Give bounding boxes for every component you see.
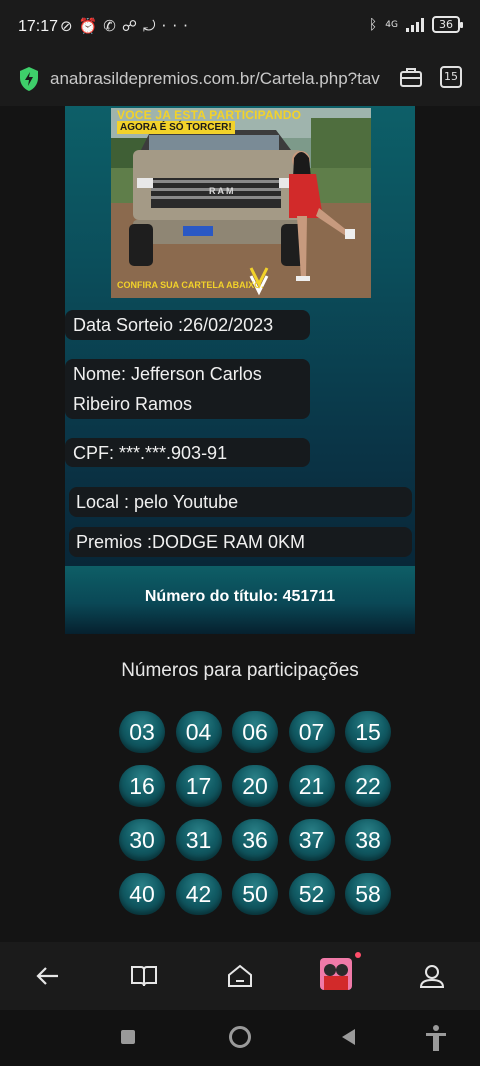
bluetooth-icon: ᛒ — [368, 16, 378, 33]
system-nav-bar — [0, 1010, 480, 1066]
number-ball: 06 — [232, 711, 278, 753]
ticket-number: Número do título: 451711 — [144, 588, 336, 605]
prize-text: Premios :DODGE RAM 0KM — [76, 532, 306, 552]
location-text: Local : pelo Youtube — [76, 492, 239, 512]
home-button[interactable] — [229, 1026, 251, 1048]
status-time: 17:17 — [18, 18, 59, 35]
tab-count-button[interactable]: 15 — [440, 66, 462, 88]
overflow-dots: ··· — [161, 17, 194, 35]
draw-date-text: Data Sorteio :26/02/2023 — [73, 315, 274, 335]
back-button[interactable] — [342, 1029, 355, 1045]
number-ball: 20 — [232, 765, 278, 807]
number-ball: 03 — [119, 711, 165, 753]
address-bar[interactable]: anabrasildepremios.com.br/Cartela.php?ta… — [0, 56, 480, 106]
browser-bottom-nav — [0, 942, 480, 1010]
number-ball: 07 — [288, 711, 335, 753]
number-ball: 37 — [288, 819, 335, 861]
home-icon[interactable] — [226, 962, 254, 990]
cpf-field: CPF: ***.***.903-91 — [65, 438, 310, 467]
number-ball: 17 — [175, 765, 222, 807]
accessibility-icon[interactable] — [424, 1024, 448, 1052]
system-icons: ᛒ 4G 36 — [368, 16, 463, 33]
location-field: Local : pelo Youtube — [69, 487, 412, 517]
prize-field: Premios :DODGE RAM 0KM — [69, 527, 412, 557]
missed-call-icon: ☍ — [121, 17, 144, 35]
shield-icon — [20, 67, 38, 91]
number-ball: 42 — [175, 873, 222, 915]
web-page: VOCE JA ESTA PARTICIPANDO AGORA É SÓ TOR… — [0, 106, 480, 942]
reading-mode-icon[interactable] — [130, 962, 158, 990]
cpf-text: CPF: ***.***.903-91 — [73, 443, 228, 463]
banner-footer: CONFIRA SUA CARTELA ABAIXO. — [117, 280, 264, 290]
numbers-title: Números para participações — [121, 660, 359, 681]
banner-subheadline: AGORA É SÓ TORCER! — [117, 121, 235, 134]
notification-icons: ⊘⏰✆☍⤾··· — [60, 17, 194, 35]
number-ball: 21 — [288, 765, 335, 807]
app-avatar-icon[interactable] — [320, 958, 352, 990]
recents-button[interactable] — [121, 1030, 135, 1044]
truck-photo — [111, 108, 371, 298]
name-field: Nome: Jefferson Carlos Ribeiro Ramos — [65, 359, 310, 419]
url-text[interactable]: anabrasildepremios.com.br/Cartela.php?ta… — [50, 69, 388, 89]
draw-date-field: Data Sorteio :26/02/2023 — [65, 310, 310, 340]
number-ball: 38 — [345, 819, 391, 861]
number-ball: 16 — [119, 765, 165, 807]
back-arrow-icon[interactable] — [34, 962, 62, 990]
alarm-icon: ⏰ — [78, 17, 104, 35]
briefcase-icon[interactable] — [399, 66, 423, 88]
number-ball: 30 — [119, 819, 165, 861]
status-bar: 17:17 ⊘⏰✆☍⤾··· ᛒ 4G 36 — [0, 0, 480, 56]
number-ball: 15 — [345, 711, 391, 753]
whatsapp-icon: ✆ — [103, 17, 122, 35]
profile-icon[interactable] — [418, 962, 446, 990]
number-ball: 50 — [232, 873, 278, 915]
signal-icon — [406, 17, 424, 32]
number-ball: 22 — [345, 765, 391, 807]
name-line-1: Nome: Jefferson Carlos — [73, 364, 262, 384]
notification-dot — [355, 952, 361, 958]
mute-icon: ⊘ — [60, 17, 79, 35]
network-type: 4G — [385, 19, 398, 30]
promo-banner: VOCE JA ESTA PARTICIPANDO AGORA É SÓ TOR… — [111, 108, 371, 298]
number-ball: 52 — [288, 873, 335, 915]
number-ball: 36 — [232, 819, 278, 861]
number-ball: 40 — [119, 873, 165, 915]
number-ball: 04 — [175, 711, 222, 753]
grille-badge: RAM — [209, 186, 236, 196]
number-ball: 31 — [175, 819, 222, 861]
name-line-2: Ribeiro Ramos — [73, 394, 193, 414]
banner-headline: VOCE JA ESTA PARTICIPANDO — [117, 108, 302, 122]
number-ball: 58 — [345, 873, 391, 915]
battery-icon: 36 — [432, 16, 463, 33]
ticket-card: VOCE JA ESTA PARTICIPANDO AGORA É SÓ TOR… — [65, 106, 415, 634]
sync-off-icon: ⤾ — [143, 17, 162, 35]
